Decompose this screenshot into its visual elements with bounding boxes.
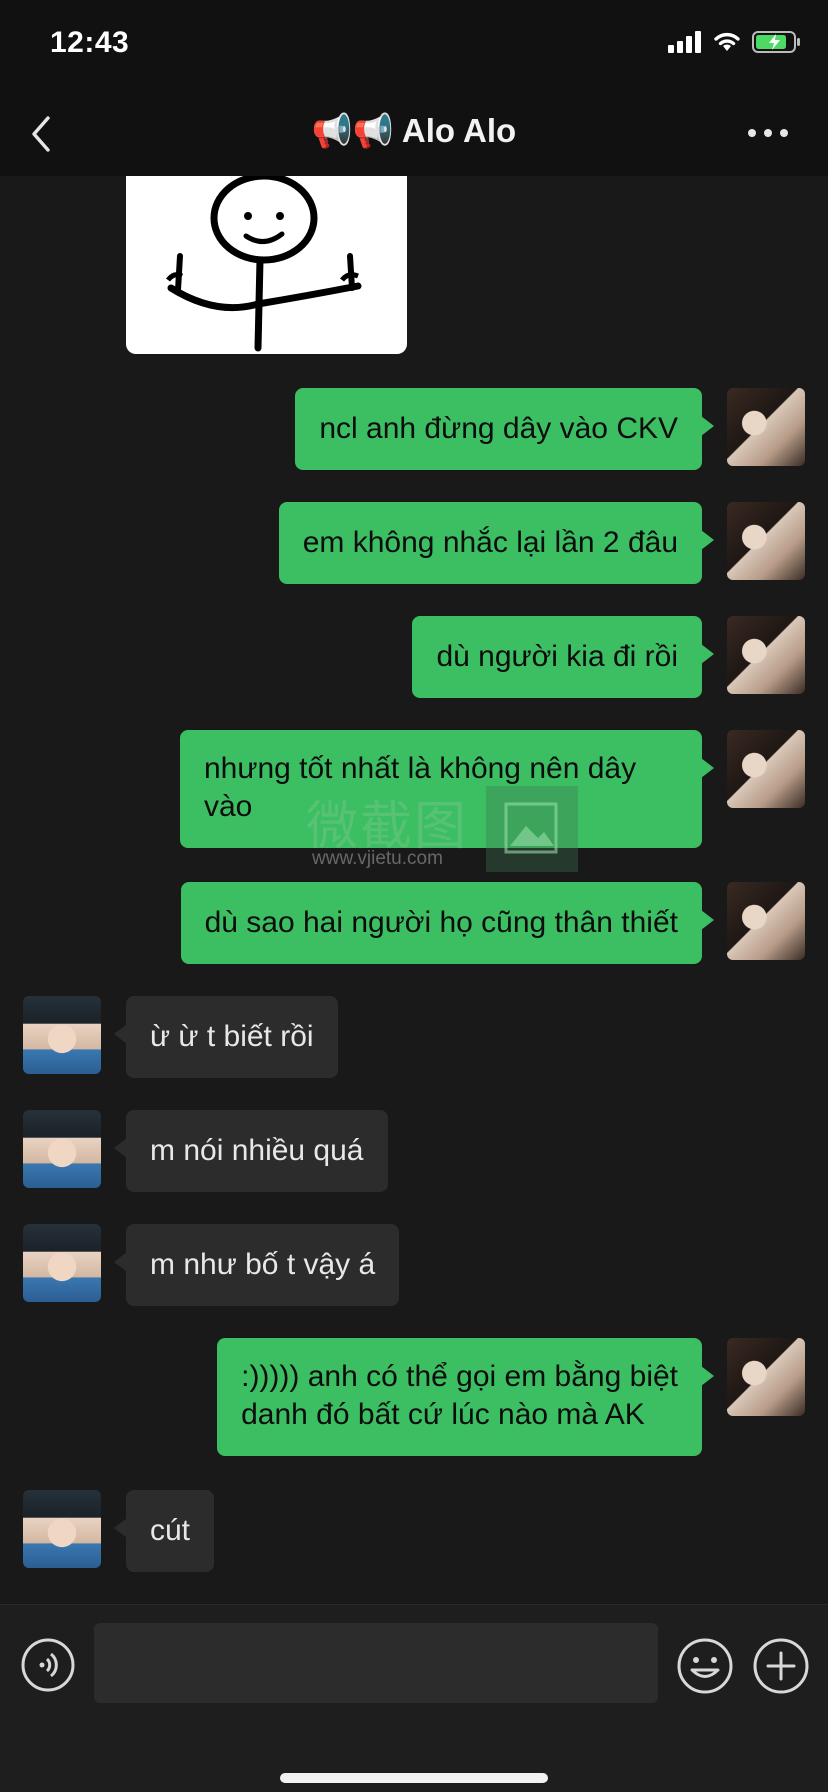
their-message-bubble[interactable]: ừ ừ t biết rồi	[114, 996, 338, 1078]
voice-button[interactable]	[20, 1637, 76, 1693]
nav-bar: 📢📢 Alo Alo	[0, 92, 828, 176]
my-message-bubble[interactable]: dù người kia đi rồi	[412, 616, 714, 698]
more-dots-icon	[748, 129, 788, 137]
my-message-bubble[interactable]: nhưng tốt nhất là không nên dây vào	[180, 730, 714, 848]
stickman-image	[166, 176, 362, 352]
wifi-icon	[714, 32, 740, 51]
my-avatar[interactable]	[727, 388, 805, 466]
message-text: ncl anh đừng dây vào CKV	[319, 412, 678, 445]
message-text: :))))) anh có thể gọi em bằng biệt	[241, 1360, 678, 1393]
input-bar	[0, 1604, 828, 1792]
emoji-button[interactable]	[676, 1637, 734, 1695]
my-message-bubble[interactable]: em không nhắc lại lần 2 đâu	[278, 502, 715, 584]
message-text: dù sao hai người họ cũng thân thiết	[204, 906, 678, 939]
my-avatar[interactable]	[727, 882, 805, 960]
status-time: 12:43	[50, 26, 130, 59]
my-avatar[interactable]	[727, 1338, 805, 1416]
message-text: em không nhắc lại lần 2 đâu	[302, 526, 678, 559]
message-text: vào	[204, 790, 253, 823]
message-text: nhưng tốt nhất là không nên dây	[204, 752, 637, 785]
chat-title: 📢📢 Alo Alo	[311, 112, 517, 149]
chat-screen: 12:43 📢📢 Alo Alo ncl anh đừng dây vào CK…	[0, 0, 828, 1792]
contact-avatar[interactable]	[23, 996, 101, 1074]
my-avatar[interactable]	[727, 730, 805, 808]
their-message-bubble[interactable]: m như bố t vậy á	[113, 1224, 400, 1306]
message-input[interactable]	[94, 1623, 658, 1703]
contact-avatar[interactable]	[23, 1490, 101, 1568]
message-text: danh đó bất cứ lúc nào mà AK	[241, 1398, 645, 1431]
their-message-bubble[interactable]: cút	[113, 1490, 215, 1572]
home-indicator	[280, 1773, 548, 1783]
my-message-bubble[interactable]: :))))) anh có thể gọi em bằng biệt danh …	[217, 1338, 714, 1456]
status-bar: 12:43	[0, 0, 828, 92]
plus-button[interactable]	[752, 1637, 810, 1695]
emoji-icon	[677, 1638, 733, 1694]
message-text: cút	[150, 1514, 191, 1547]
their-message-bubble[interactable]: m nói nhiều quá	[114, 1110, 388, 1192]
stickman-sticker[interactable]	[126, 176, 407, 354]
battery-icon	[752, 31, 800, 53]
voice-icon	[21, 1638, 75, 1692]
message-text: m nói nhiều quá	[150, 1134, 364, 1167]
my-message-bubble[interactable]: ncl anh đừng dây vào CKV	[295, 388, 714, 470]
message-text: dù người kia đi rồi	[436, 640, 678, 673]
my-avatar[interactable]	[727, 502, 805, 580]
my-avatar[interactable]	[727, 616, 805, 694]
watermark-url: www.vjietu.com	[312, 848, 443, 869]
message-text: ừ ừ t biết rồi	[150, 1020, 314, 1053]
status-icons	[668, 30, 802, 54]
plus-icon	[753, 1638, 809, 1694]
signal-icon	[668, 31, 701, 53]
more-button[interactable]	[744, 118, 792, 148]
my-message-bubble[interactable]: dù sao hai người họ cũng thân thiết	[180, 882, 715, 964]
contact-avatar[interactable]	[23, 1110, 101, 1188]
message-list[interactable]: ncl anh đừng dây vào CKV em không nhắc l…	[0, 176, 828, 1604]
contact-avatar[interactable]	[23, 1224, 101, 1302]
message-text: m như bố t vậy á	[150, 1248, 376, 1281]
